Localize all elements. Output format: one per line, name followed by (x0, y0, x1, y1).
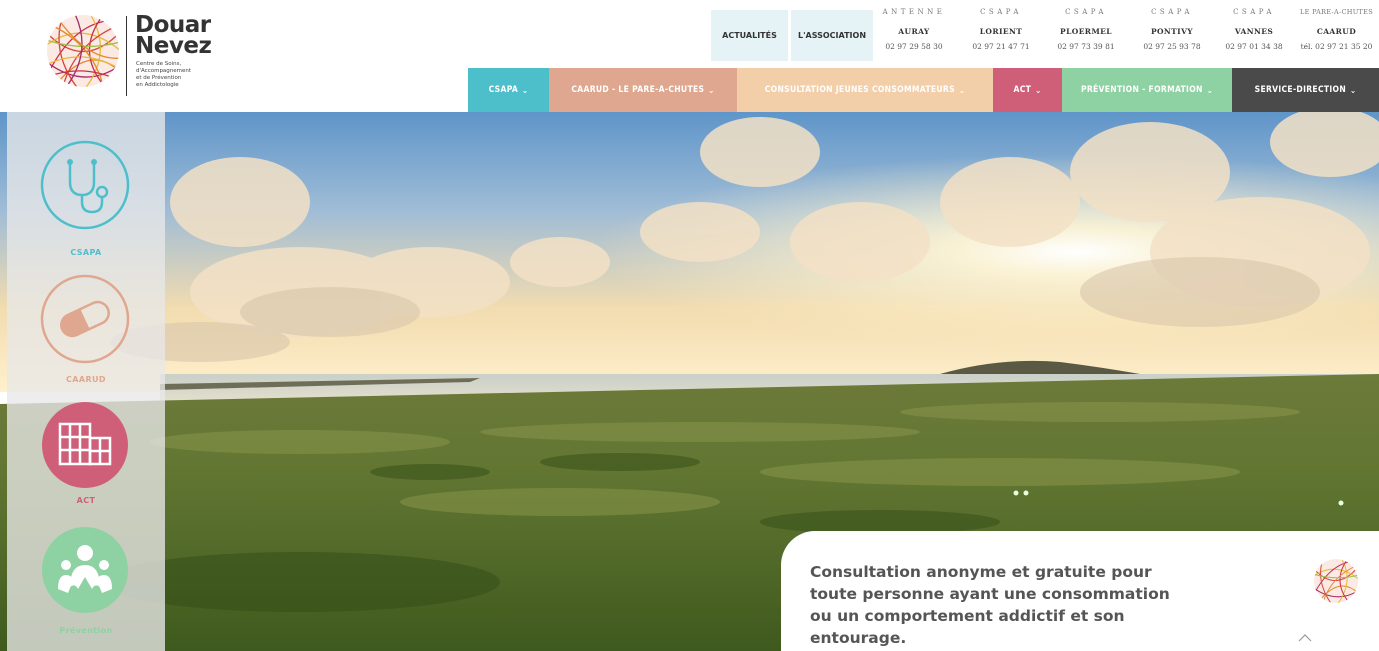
logo-tagline-line: Centre de Soins, (136, 61, 182, 67)
antenna-city: VANNES (1234, 27, 1274, 36)
logo-tagline-line: en Addictologie (136, 82, 179, 88)
chevron-down-icon: ⌄ (1206, 85, 1214, 95)
buildings-icon (42, 402, 128, 488)
logo-separator (126, 16, 127, 96)
logo-ball-icon (1314, 559, 1358, 603)
pill-icon (40, 274, 130, 364)
sidebar-item-label: ACT (76, 496, 96, 505)
antenna-caarud[interactable]: LE PARE-A-CHUTES CAARUD tél. 02 97 21 35… (1294, 8, 1379, 51)
nav-service-direction[interactable]: SERVICE-DIRECTION ⌄ (1232, 68, 1379, 112)
antenna-city: LORIENT (979, 27, 1023, 36)
antenna-type: LE PARE-A-CHUTES (1300, 8, 1373, 16)
info-card: Consultation anonyme et gratuite pour to… (781, 531, 1379, 651)
sidebar-item-prevention[interactable]: Prévention (7, 525, 165, 651)
top-links: ACTUALITÉS L'ASSOCIATION (711, 10, 873, 61)
antenna-type: ANTENNE (882, 8, 946, 16)
sidebar-item-label: CAARUD (66, 375, 106, 384)
sidebar-item-label: CSAPA (70, 248, 102, 257)
antenna-type: CSAPA (1151, 8, 1193, 16)
chevron-up-icon[interactable] (1297, 633, 1313, 643)
nav-prevention-formation[interactable]: PRÉVENTION - FORMATION ⌄ (1062, 68, 1232, 112)
sidebar-item-caarud[interactable]: CAARUD (7, 274, 165, 394)
antenna-phone: 02 97 29 58 30 (885, 42, 943, 51)
antenna-type: CSAPA (1065, 8, 1107, 16)
site-logo[interactable]: Douar Nevez Centre de Soins, d'Accompagn… (44, 12, 244, 102)
logo-ball-icon (47, 15, 119, 87)
service-sidebar: CSAPA CAARUD ACT Prévention (7, 112, 165, 651)
nav-label: SERVICE-DIRECTION (1254, 85, 1347, 95)
antenna-pontivy[interactable]: CSAPA PONTIVY 02 97 25 93 78 (1132, 8, 1212, 51)
nav-consultation-jeunes[interactable]: CONSULTATION JEUNES CONSOMMATEURS ⌄ (737, 68, 993, 112)
chevron-down-icon: ⌄ (522, 85, 529, 95)
logo-tagline-line: d'Accompagnement (136, 68, 192, 74)
chevron-down-icon: ⌄ (1350, 85, 1357, 95)
logo-name-line2: Nevez (135, 33, 212, 59)
hero-banner: CSAPA CAARUD ACT Prévention Consultation… (0, 112, 1379, 651)
sidebar-item-label: Prévention (59, 626, 113, 635)
antenna-phone: tél. 02 97 21 35 20 (1300, 42, 1373, 51)
sidebar-item-act[interactable]: ACT (7, 400, 165, 520)
page: Douar Nevez Centre de Soins, d'Accompagn… (0, 0, 1379, 651)
nav-label: ACT (1013, 85, 1032, 95)
antenna-auray[interactable]: ANTENNE AURAY 02 97 29 58 30 (874, 8, 954, 51)
antenna-ploermel[interactable]: CSAPA PLOERMEL 02 97 73 39 81 (1046, 8, 1126, 51)
antenna-city: PONTIVY (1150, 27, 1194, 36)
antenna-type: CSAPA (980, 8, 1022, 16)
antenna-city: PLOERMEL (1060, 27, 1112, 36)
people-icon (42, 527, 128, 613)
antenna-contacts: ANTENNE AURAY 02 97 29 58 30 CSAPA LORIE… (874, 8, 1379, 64)
antenna-phone: 02 97 73 39 81 (1057, 42, 1115, 51)
main-nav: CSAPA ⌄ CAARUD - LE PARE-A-CHUTES ⌄ CONSUL… (468, 68, 1379, 112)
nav-csapa[interactable]: CSAPA ⌄ (468, 68, 549, 112)
logo-tagline: Centre de Soins, d'Accompagnement et de … (136, 61, 226, 89)
nav-caarud[interactable]: CAARUD - LE PARE-A-CHUTES ⌄ (549, 68, 737, 112)
antenna-phone: 02 97 01 34 38 (1225, 42, 1283, 51)
info-card-text: Consultation anonyme et gratuite pour to… (810, 563, 1170, 647)
chevron-down-icon: ⌄ (1035, 85, 1042, 95)
nav-label: PRÉVENTION - FORMATION (1080, 85, 1203, 95)
chevron-down-icon: ⌄ (958, 85, 966, 95)
nav-label: CONSULTATION JEUNES CONSOMMATEURS (764, 85, 955, 95)
nav-act[interactable]: ACT ⌄ (993, 68, 1062, 112)
link-actualites[interactable]: ACTUALITÉS (711, 10, 788, 61)
sidebar-item-csapa[interactable]: CSAPA (7, 140, 165, 260)
antenna-type: CSAPA (1233, 8, 1275, 16)
logo-tagline-line: et de Prévention (136, 75, 182, 81)
antenna-city: CAARUD (1316, 27, 1357, 36)
antenna-vannes[interactable]: CSAPA VANNES 02 97 01 34 38 (1214, 8, 1294, 51)
site-header: Douar Nevez Centre de Soins, d'Accompagn… (0, 0, 1379, 112)
antenna-phone: 02 97 25 93 78 (1143, 42, 1201, 51)
nav-label: CSAPA (488, 85, 519, 95)
antenna-city: AURAY (898, 27, 930, 36)
antenna-lorient[interactable]: CSAPA LORIENT 02 97 21 47 71 (961, 8, 1041, 51)
nav-label: CAARUD - LE PARE-A-CHUTES (571, 85, 705, 95)
link-association[interactable]: L'ASSOCIATION (791, 10, 873, 61)
antenna-phone: 02 97 21 47 71 (972, 42, 1030, 51)
logo-wordmark: Douar Nevez (135, 14, 212, 59)
chevron-down-icon: ⌄ (708, 85, 715, 95)
stethoscope-icon (40, 140, 130, 230)
